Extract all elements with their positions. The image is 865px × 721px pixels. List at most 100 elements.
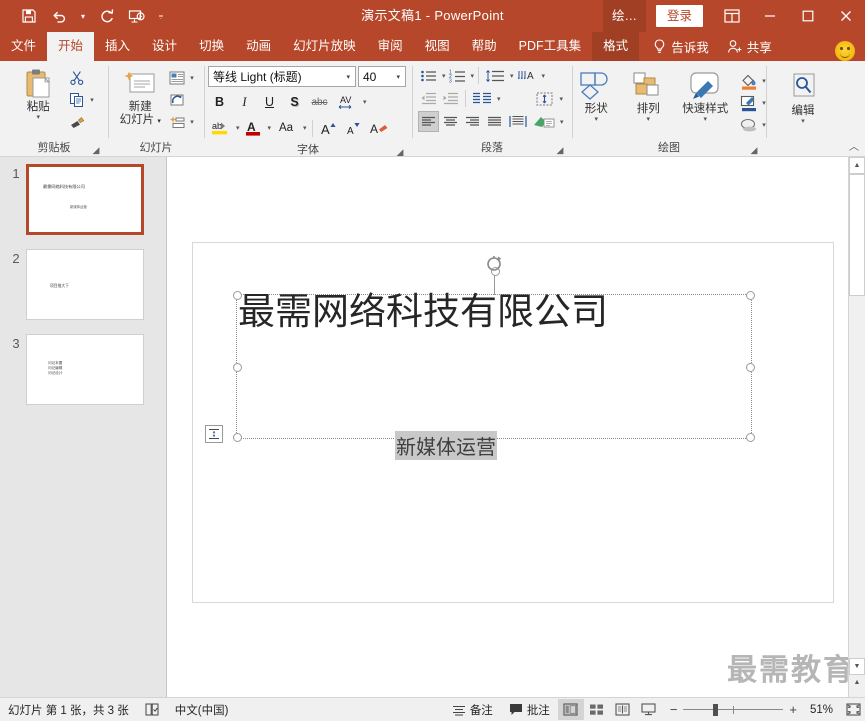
tab-transitions[interactable]: 切换: [188, 32, 235, 61]
section-button[interactable]: ▾: [164, 111, 196, 133]
slide-canvas-area[interactable]: 最需网络科技有限公司 新媒体运营 最需教育 ▲ ▼ ▲: [167, 157, 865, 697]
tab-animations[interactable]: 动画: [235, 32, 282, 61]
feedback-smiley-icon[interactable]: [835, 41, 855, 61]
tab-slideshow[interactable]: 幻灯片放映: [282, 32, 367, 61]
slideshow-view-button[interactable]: [636, 699, 662, 720]
quick-styles-button[interactable]: 快速样式 ▾: [674, 67, 736, 124]
slide-thumbnail-panel[interactable]: 1 最需网络科技有限公司 新媒体运营 2 项目推大下 3 问记本置 问记编辑 问…: [0, 157, 167, 697]
font-size-chevron-down-icon[interactable]: ▾: [393, 73, 403, 81]
rotate-handle-icon[interactable]: [485, 255, 503, 273]
previous-slide-icon[interactable]: ▲: [849, 676, 865, 689]
fit-to-window-button[interactable]: [841, 699, 865, 720]
change-case-dropdown-icon[interactable]: ▾: [301, 124, 307, 132]
resize-handle-top-right[interactable]: [746, 291, 755, 300]
smartart-dropdown-icon[interactable]: ▾: [558, 118, 564, 126]
layout-dropdown-icon[interactable]: ▾: [188, 74, 194, 82]
arrange-dropdown-icon[interactable]: ▾: [646, 116, 650, 124]
tab-review[interactable]: 审阅: [367, 32, 414, 61]
collapse-ribbon-icon[interactable]: ︿: [849, 138, 859, 153]
slide-thumbnail-3[interactable]: 3 问记本置 问记编辑 问记设计: [6, 334, 144, 405]
tab-help[interactable]: 帮助: [461, 32, 508, 61]
minimize-button[interactable]: [751, 0, 789, 32]
slideshow-icon[interactable]: [122, 3, 152, 29]
font-color-dropdown-icon[interactable]: ▾: [266, 124, 272, 132]
redo-icon[interactable]: [92, 3, 122, 29]
text-direction-button[interactable]: A: [515, 65, 539, 86]
slide-thumbnail-2-preview[interactable]: 项目推大下: [26, 249, 144, 320]
shape-effects-button[interactable]: ▾: [736, 114, 768, 136]
text-highlight-button[interactable]: ab: [208, 117, 232, 139]
tab-format[interactable]: 格式: [592, 32, 640, 61]
slide-sorter-button[interactable]: [584, 699, 610, 720]
close-button[interactable]: [827, 0, 865, 32]
language-indicator[interactable]: 中文(中国): [167, 698, 237, 721]
edit-dropdown-icon[interactable]: ▾: [801, 118, 805, 126]
resize-handle-middle-left[interactable]: [233, 362, 242, 372]
arrange-button[interactable]: 排列 ▾: [622, 67, 674, 124]
highlight-dropdown-icon[interactable]: ▾: [234, 124, 240, 132]
scroll-down-icon[interactable]: ▼: [849, 658, 865, 675]
undo-icon[interactable]: [44, 3, 74, 29]
customize-qat-icon[interactable]: ⩦: [152, 3, 170, 29]
change-case-button[interactable]: Aa: [273, 117, 299, 139]
slide-thumbnail-2[interactable]: 2 项目推大下: [6, 249, 144, 320]
slide-counter[interactable]: 幻灯片 第 1 张，共 3 张: [0, 698, 137, 721]
numbering-dropdown-icon[interactable]: ▾: [469, 72, 475, 80]
maximize-button[interactable]: [789, 0, 827, 32]
zoom-slider-knob[interactable]: [713, 703, 719, 716]
zoom-out-button[interactable]: −: [670, 702, 678, 717]
resize-handle-bottom-right[interactable]: [746, 433, 755, 442]
text-shadow-button[interactable]: S: [283, 91, 306, 113]
strikethrough-button[interactable]: abc: [308, 91, 331, 113]
line-spacing-dropdown-icon[interactable]: ▾: [508, 72, 514, 80]
clipboard-dialog-launcher-icon[interactable]: ◢: [91, 145, 101, 155]
reset-button[interactable]: [164, 89, 196, 111]
smartart-button[interactable]: [531, 111, 557, 132]
shapes-dropdown-icon[interactable]: ▾: [594, 116, 598, 124]
zoom-in-button[interactable]: +: [789, 702, 797, 717]
font-dialog-launcher-icon[interactable]: ◢: [395, 147, 405, 157]
align-right-button[interactable]: [462, 111, 483, 132]
shape-fill-button[interactable]: ▾: [736, 70, 768, 92]
vertical-scrollbar[interactable]: ▲ ▼ ▲: [848, 157, 865, 697]
ribbon-display-options-icon[interactable]: [713, 0, 751, 32]
font-color-button[interactable]: A: [242, 117, 264, 139]
align-text-button[interactable]: [533, 88, 557, 109]
char-spacing-dropdown-icon[interactable]: ▾: [361, 98, 367, 106]
slide-title-text[interactable]: 最需网络科技有限公司: [238, 281, 608, 335]
justify-button[interactable]: [484, 111, 505, 132]
share-button[interactable]: 共享: [717, 32, 782, 61]
paragraph-dialog-launcher-icon[interactable]: ◢: [555, 145, 565, 155]
text-direction-dropdown-icon[interactable]: ▾: [540, 72, 546, 80]
zoom-percentage[interactable]: 51%: [803, 704, 833, 716]
save-icon[interactable]: [14, 3, 44, 29]
align-left-button[interactable]: [418, 111, 439, 132]
draw-tab-overflow[interactable]: 绘…: [602, 0, 646, 32]
decrease-indent-button[interactable]: [418, 88, 439, 109]
tab-insert[interactable]: 插入: [94, 32, 141, 61]
increase-font-size-button[interactable]: A: [318, 117, 341, 139]
scrollbar-thumb[interactable]: [849, 174, 865, 296]
resize-handle-bottom-left[interactable]: [233, 433, 242, 442]
normal-view-button[interactable]: [557, 699, 584, 720]
format-painter-button[interactable]: [64, 111, 96, 133]
distribute-columns-button[interactable]: [506, 111, 530, 132]
slide-subtitle-text[interactable]: 新媒体运营: [395, 431, 497, 460]
resize-handle-middle-right[interactable]: [746, 362, 755, 372]
align-text-dropdown-icon[interactable]: ▾: [558, 95, 564, 103]
bold-button[interactable]: B: [208, 91, 231, 113]
slide-editing-surface[interactable]: 最需网络科技有限公司 新媒体运营: [192, 242, 834, 603]
bullets-button[interactable]: [418, 65, 439, 86]
new-slide-button[interactable]: 新建 幻灯片 ▾: [116, 65, 164, 128]
sign-in-button[interactable]: 登录: [655, 5, 703, 27]
shape-fill-dropdown-icon[interactable]: ▾: [760, 77, 766, 85]
underline-button[interactable]: U: [258, 91, 281, 113]
font-size-combo[interactable]: 40 ▾: [358, 66, 406, 87]
bullets-dropdown-icon[interactable]: ▾: [440, 72, 446, 80]
tell-me-box[interactable]: 告诉我: [639, 32, 717, 61]
zoom-control[interactable]: − + 51%: [662, 702, 841, 717]
section-dropdown-icon[interactable]: ▾: [188, 118, 194, 126]
slide-thumbnail-1[interactable]: 1 最需网络科技有限公司 新媒体运营: [6, 164, 144, 235]
shapes-button[interactable]: 形状 ▾: [570, 67, 622, 124]
slide-thumbnail-3-preview[interactable]: 问记本置 问记编辑 问记设计: [26, 334, 144, 405]
